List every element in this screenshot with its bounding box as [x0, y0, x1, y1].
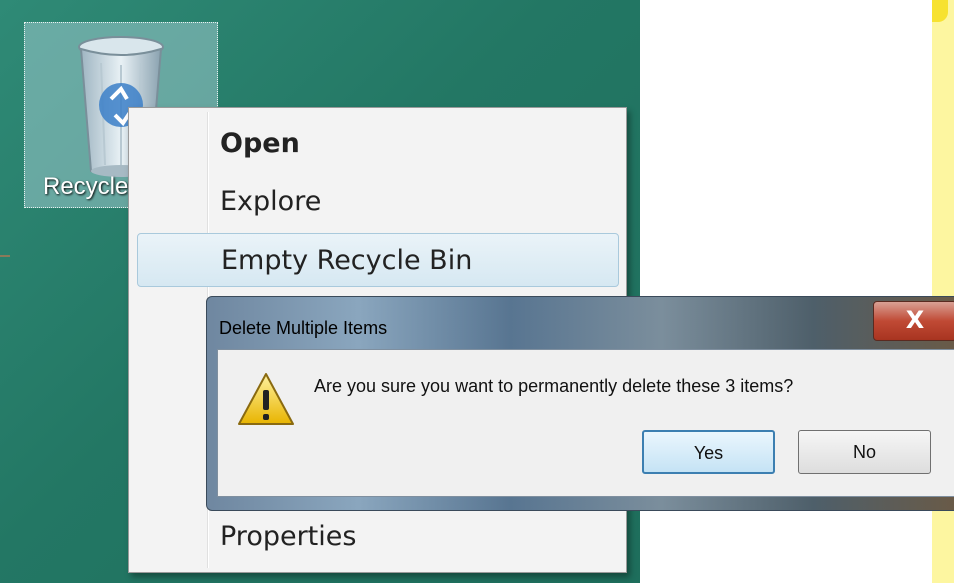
menu-item-empty-recycle-bin[interactable]: Empty Recycle Bin: [137, 233, 619, 287]
delete-confirmation-dialog: Delete Multiple Items X Are you sure you…: [206, 296, 954, 511]
menu-item-explore[interactable]: Explore: [137, 175, 619, 229]
warning-icon: [238, 373, 294, 425]
close-button[interactable]: X: [873, 301, 954, 341]
menu-item-properties[interactable]: Properties: [137, 510, 619, 564]
dialog-title: Delete Multiple Items: [219, 318, 388, 338]
yes-button[interactable]: Yes: [642, 430, 775, 474]
no-button[interactable]: No: [798, 430, 931, 474]
desktop-divider: [0, 255, 10, 267]
dialog-message: Are you sure you want to permanently del…: [314, 376, 794, 396]
menu-item-open[interactable]: Open: [137, 117, 619, 171]
dialog-body: Are you sure you want to permanently del…: [217, 349, 954, 497]
